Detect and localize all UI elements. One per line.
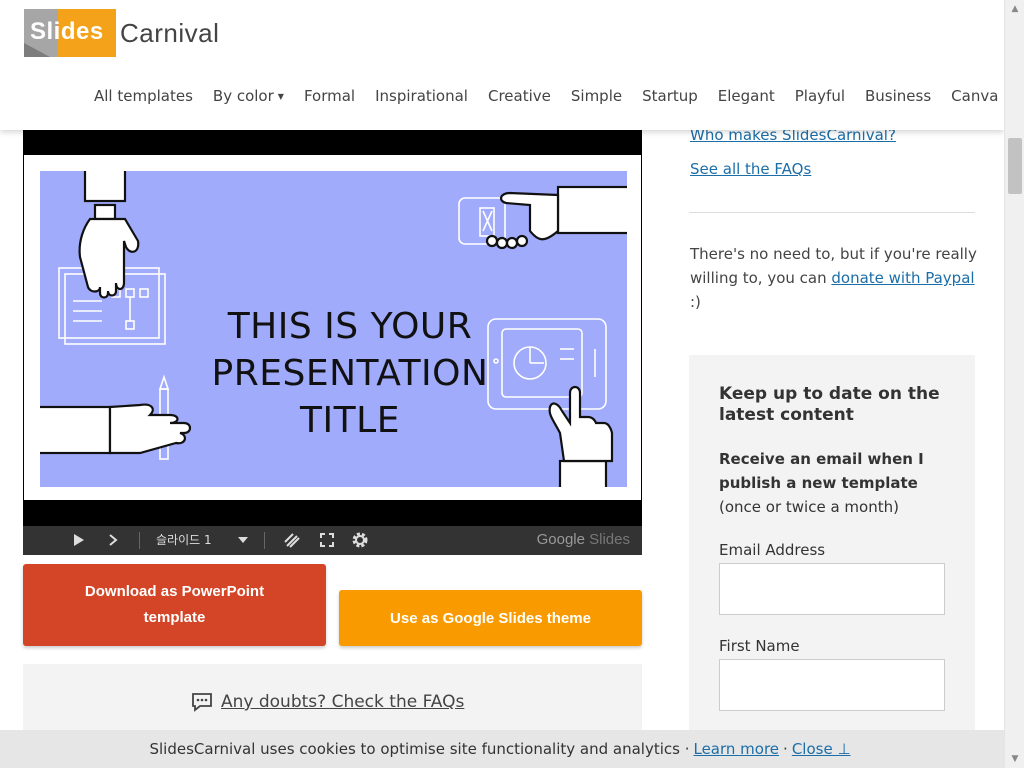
scroll-down-icon[interactable]: ▼	[1005, 750, 1024, 768]
slide-canvas: THIS IS YOUR PRESENTATION TITLE	[40, 171, 627, 487]
cookie-separator: ·	[783, 740, 788, 758]
subscribe-desc-rest: (once or twice a month)	[719, 498, 899, 516]
scroll-thumb[interactable]	[1008, 138, 1022, 194]
caret-down-icon: ▼	[277, 92, 284, 101]
page-scrollbar[interactable]: ▲ ▼	[1004, 0, 1024, 768]
first-name-field[interactable]	[719, 659, 945, 711]
slide-frame: THIS IS YOUR PRESENTATION TITLE	[24, 155, 641, 500]
see-faqs-link[interactable]: See all the FAQs	[690, 160, 811, 178]
scroll-up-icon[interactable]: ▲	[1005, 0, 1024, 18]
brand-google: Google	[536, 531, 585, 548]
slide-selector-label[interactable]: 슬라이드 1	[156, 531, 212, 548]
sidebar-divider	[689, 212, 975, 213]
next-slide-icon[interactable]	[105, 531, 121, 549]
nav-canva[interactable]: Canva	[951, 87, 998, 105]
nav-elegant[interactable]: Elegant	[718, 87, 775, 105]
logo-text: Carnival	[120, 17, 220, 48]
faq-link-text: Any doubts? Check the FAQs	[221, 692, 465, 712]
nav-by-color[interactable]: By color ▼	[213, 87, 284, 105]
site-logo[interactable]: Slides Carnival	[24, 9, 219, 57]
email-label: Email Address	[719, 541, 826, 559]
toolbar-divider	[139, 532, 140, 549]
laser-pointer-icon[interactable]	[283, 531, 301, 549]
nav-business[interactable]: Business	[865, 87, 931, 105]
play-icon[interactable]	[71, 531, 87, 549]
slide-title-line1: THIS IS YOUR	[227, 306, 473, 347]
nav-creative[interactable]: Creative	[488, 87, 551, 105]
player-toolbar: 슬라이드 1 Google Slides	[23, 526, 642, 555]
site-header: Slides Carnival All templates By color ▼ …	[0, 0, 1004, 130]
nav-startup[interactable]: Startup	[642, 87, 698, 105]
download-powerpoint-button[interactable]: Download as PowerPoint template	[23, 564, 326, 646]
nav-all-templates[interactable]: All templates	[94, 87, 193, 105]
brand-slides: Slides	[589, 531, 630, 548]
first-name-label: First Name	[719, 637, 800, 655]
nav-playful[interactable]: Playful	[795, 87, 845, 105]
cookie-bar: SlidesCarnival uses cookies to optimise …	[0, 730, 1004, 768]
nav-formal[interactable]: Formal	[304, 87, 355, 105]
cookie-text: SlidesCarnival uses cookies to optimise …	[149, 740, 690, 758]
subscribe-description: Receive an email when I publish a new te…	[719, 447, 959, 519]
donate-paypal-link[interactable]: donate with Paypal	[831, 269, 974, 287]
donate-post-text: :)	[690, 293, 701, 311]
faq-link[interactable]: Any doubts? Check the FAQs	[191, 692, 464, 712]
learn-more-link[interactable]: Learn more	[693, 740, 779, 758]
google-slides-brand: Google Slides	[537, 531, 630, 548]
logo-box-text: Slides	[30, 18, 104, 45]
dropdown-arrow-icon[interactable]	[236, 532, 250, 548]
logo-mark: Slides	[24, 9, 116, 57]
nav-by-color-label: By color	[212, 87, 274, 105]
google-slides-theme-button[interactable]: Use as Google Slides theme	[339, 590, 642, 646]
nav-inspirational[interactable]: Inspirational	[375, 87, 468, 105]
slide-viewer[interactable]: THIS IS YOUR PRESENTATION TITLE 슬라이드 1 G…	[23, 130, 642, 555]
fullscreen-icon[interactable]	[318, 531, 336, 549]
toolbar-divider	[264, 532, 265, 549]
chat-bubble-icon	[192, 693, 212, 712]
nav-simple[interactable]: Simple	[571, 87, 622, 105]
slide-title-line2: PRESENTATION	[211, 353, 489, 394]
subscribe-title: Keep up to date on the latest content	[719, 384, 940, 425]
gear-icon[interactable]	[350, 530, 370, 550]
subscribe-box: Keep up to date on the latest content Re…	[689, 355, 975, 768]
close-cookie-link[interactable]: Close ⊥	[792, 740, 851, 758]
slide-title-line3: TITLE	[300, 400, 400, 441]
slide-title: THIS IS YOUR PRESENTATION TITLE	[180, 303, 520, 444]
subscribe-desc-bold: Receive an email when I publish a new te…	[719, 450, 924, 492]
email-field[interactable]	[719, 563, 945, 615]
main-nav: All templates By color ▼ Formal Inspirati…	[94, 87, 1018, 105]
donate-text: There's no need to, but if you're really…	[690, 242, 980, 314]
